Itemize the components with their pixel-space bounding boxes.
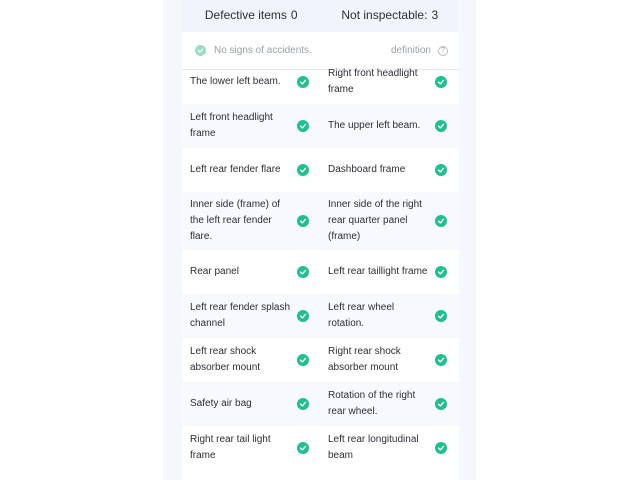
inspection-item-label: Rear panel <box>190 266 239 277</box>
check-circle-icon <box>297 354 309 366</box>
inspection-item[interactable]: Left rear longitudinal beam <box>321 426 459 470</box>
inspection-item[interactable]: Safety air bag <box>182 382 321 426</box>
inspection-item[interactable]: Left front headlight frame <box>182 104 321 148</box>
inspection-item-label: The lower left beam. <box>190 76 281 87</box>
inspection-row: Left front headlight frame The upper left… <box>182 104 459 148</box>
inspection-item[interactable]: Left rear fender flare <box>182 148 321 192</box>
inspection-item[interactable]: Left rear shock absorber mount <box>182 338 321 382</box>
inspection-item-label: Rotation of the right rear wheel. <box>328 390 416 417</box>
inspection-item-label: Right rear tail light frame <box>190 434 271 461</box>
check-circle-icon <box>435 120 447 132</box>
inspection-item[interactable]: The upper left beam. <box>321 104 459 148</box>
check-circle-icon <box>297 76 309 88</box>
inspection-item[interactable]: Right rear shock absorber mount <box>321 338 459 382</box>
inspection-item-label: Right front headlight frame <box>328 68 418 95</box>
inspection-item-label: Inner side (frame) of the left rear fend… <box>190 199 281 242</box>
inspection-item-label: The upper left beam. <box>328 120 421 131</box>
accident-status-text: No signs of accidents. <box>214 45 312 56</box>
check-circle-icon <box>297 398 309 410</box>
inspection-item[interactable]: Right rear tail light frame <box>182 426 321 470</box>
page: Defective items 0 Not inspectable: 3 No … <box>0 0 640 480</box>
inspection-item[interactable]: Rear panel <box>182 250 321 294</box>
check-circle-icon <box>297 164 309 176</box>
inspection-row: Rear panel Left rear taillight frame <box>182 250 459 294</box>
inspection-item[interactable]: Inner side of the right rear quarter pan… <box>321 192 459 250</box>
check-circle-icon <box>297 266 309 278</box>
summary-bar: Defective items 0 Not inspectable: 3 <box>182 0 459 32</box>
not-inspectable-label: Not inspectable: <box>341 8 428 22</box>
inspection-item-label: Left rear fender flare <box>190 164 281 175</box>
check-circle-icon <box>297 215 309 227</box>
inspection-item-label: Left rear shock absorber mount <box>190 346 261 373</box>
inspection-item[interactable]: Inner side (frame) of the left rear fend… <box>182 192 321 250</box>
definition-link[interactable]: definition ? <box>391 45 448 56</box>
inspection-item-label: Inner side of the right rear quarter pan… <box>328 199 422 242</box>
inspection-item[interactable]: Left rear fender splash channel <box>182 294 321 338</box>
inspection-item-label: Right rear shock absorber mount <box>328 346 401 373</box>
inspection-item[interactable]: Right front headlight frame <box>321 60 459 104</box>
inspection-item[interactable]: Left rear taillight frame <box>321 250 459 294</box>
inspection-item-label: Left rear fender splash channel <box>190 302 291 329</box>
inspection-item[interactable]: The lower left beam. <box>182 60 321 104</box>
inspection-row: Inner side (frame) of the left rear fend… <box>182 192 459 250</box>
inspection-row: Left rear fender splash channel Left rear… <box>182 294 459 338</box>
report-panel: Defective items 0 Not inspectable: 3 No … <box>163 0 476 480</box>
inspection-item-label: Safety air bag <box>190 398 252 409</box>
check-circle-icon <box>297 442 309 454</box>
inspection-row: Left rear shock absorber mount Right rear… <box>182 338 459 382</box>
not-inspectable-count: 3 <box>431 8 439 22</box>
check-circle-icon <box>435 164 447 176</box>
inspection-item[interactable]: Rotation of the right rear wheel. <box>321 382 459 426</box>
defective-items-label: Defective items <box>204 8 287 22</box>
check-circle-icon <box>435 310 447 322</box>
check-circle-icon <box>435 76 447 88</box>
check-circle-icon <box>435 398 447 410</box>
check-circle-icon <box>195 45 206 56</box>
inspection-item-label: Left rear wheel rotation. <box>328 302 395 329</box>
inspection-item[interactable]: Dashboard frame <box>321 148 459 192</box>
inspection-items-grid: The lower left beam. Right front headligh… <box>182 60 459 470</box>
check-circle-icon <box>435 442 447 454</box>
check-circle-icon <box>435 215 447 227</box>
definition-label: definition <box>390 45 431 56</box>
inspection-item-label: Left rear longitudinal beam <box>328 434 419 461</box>
defective-items-summary[interactable]: Defective items 0 <box>182 0 321 32</box>
inspection-row: Right rear tail light frame Left rear lon… <box>182 426 459 470</box>
question-circle-icon[interactable]: ? <box>438 45 448 56</box>
check-circle-icon <box>297 120 309 132</box>
inspection-row: Left rear fender flare Dashboard frame <box>182 148 459 192</box>
not-inspectable-summary[interactable]: Not inspectable: 3 <box>321 0 460 32</box>
inspection-row: Safety air bag Rotation of the right rear… <box>182 382 459 426</box>
inspection-item-label: Dashboard frame <box>328 164 406 175</box>
check-circle-icon <box>297 310 309 322</box>
check-circle-icon <box>435 354 447 366</box>
inspection-item-label: Left front headlight frame <box>190 112 273 139</box>
check-circle-icon <box>435 266 447 278</box>
defective-items-count: 0 <box>290 8 298 22</box>
inspection-card: Defective items 0 Not inspectable: 3 No … <box>182 0 459 480</box>
inspection-item[interactable]: Left rear wheel rotation. <box>321 294 459 338</box>
inspection-item-label: Left rear taillight frame <box>328 266 428 277</box>
inspection-row: The lower left beam. Right front headligh… <box>182 60 459 104</box>
